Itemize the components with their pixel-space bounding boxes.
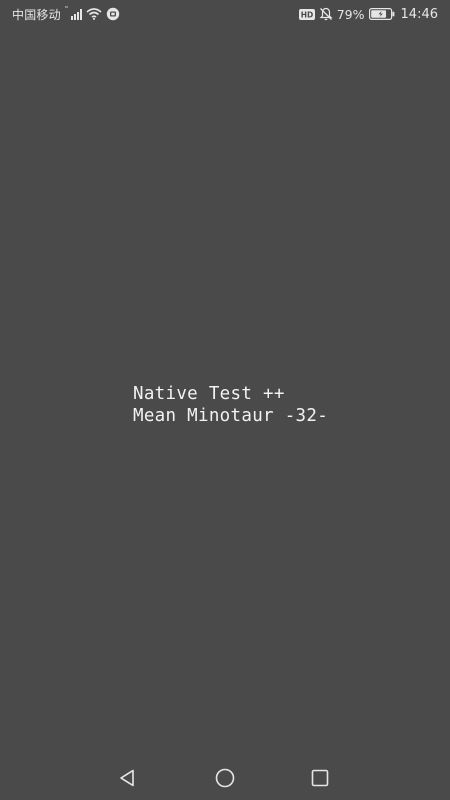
signal-tag: " [64, 5, 69, 13]
signal-bar [70, 16, 73, 20]
home-button[interactable] [213, 766, 237, 790]
battery-percent: 79% [336, 6, 365, 22]
signal-bar [76, 12, 79, 20]
recent-apps-button[interactable] [308, 766, 332, 790]
signal-bar [73, 14, 76, 20]
status-left: 中国移动 " [12, 0, 120, 28]
circle-badge-icon [106, 7, 120, 21]
back-button[interactable] [116, 766, 140, 790]
back-triangle-icon [120, 769, 134, 787]
wifi-icon [86, 8, 102, 20]
app-screen: 中国移动 " HD 79% 14:46 Native Test ++ Mean … [0, 0, 450, 800]
signal-icon: " [64, 5, 82, 20]
svg-text:HD: HD [300, 10, 313, 19]
home-circle-icon [215, 768, 235, 788]
message-line-2: Mean Minotaur -32- [133, 406, 329, 426]
hd-icon: HD [298, 8, 315, 20]
app-message: Native Test ++ Mean Minotaur -32- [133, 383, 328, 427]
status-right: HD 79% 14:46 [298, 0, 438, 28]
message-line-1: Native Test ++ [133, 384, 285, 404]
status-bar: 中国移动 " HD 79% 14:46 [0, 0, 450, 28]
bell-muted-icon [319, 7, 333, 21]
battery-icon [368, 8, 395, 20]
status-clock: 14:46 [400, 6, 438, 22]
recent-square-icon [311, 769, 329, 787]
navigation-bar [0, 756, 450, 800]
carrier-name: 中国移动 [12, 7, 61, 22]
signal-bar [79, 9, 82, 20]
